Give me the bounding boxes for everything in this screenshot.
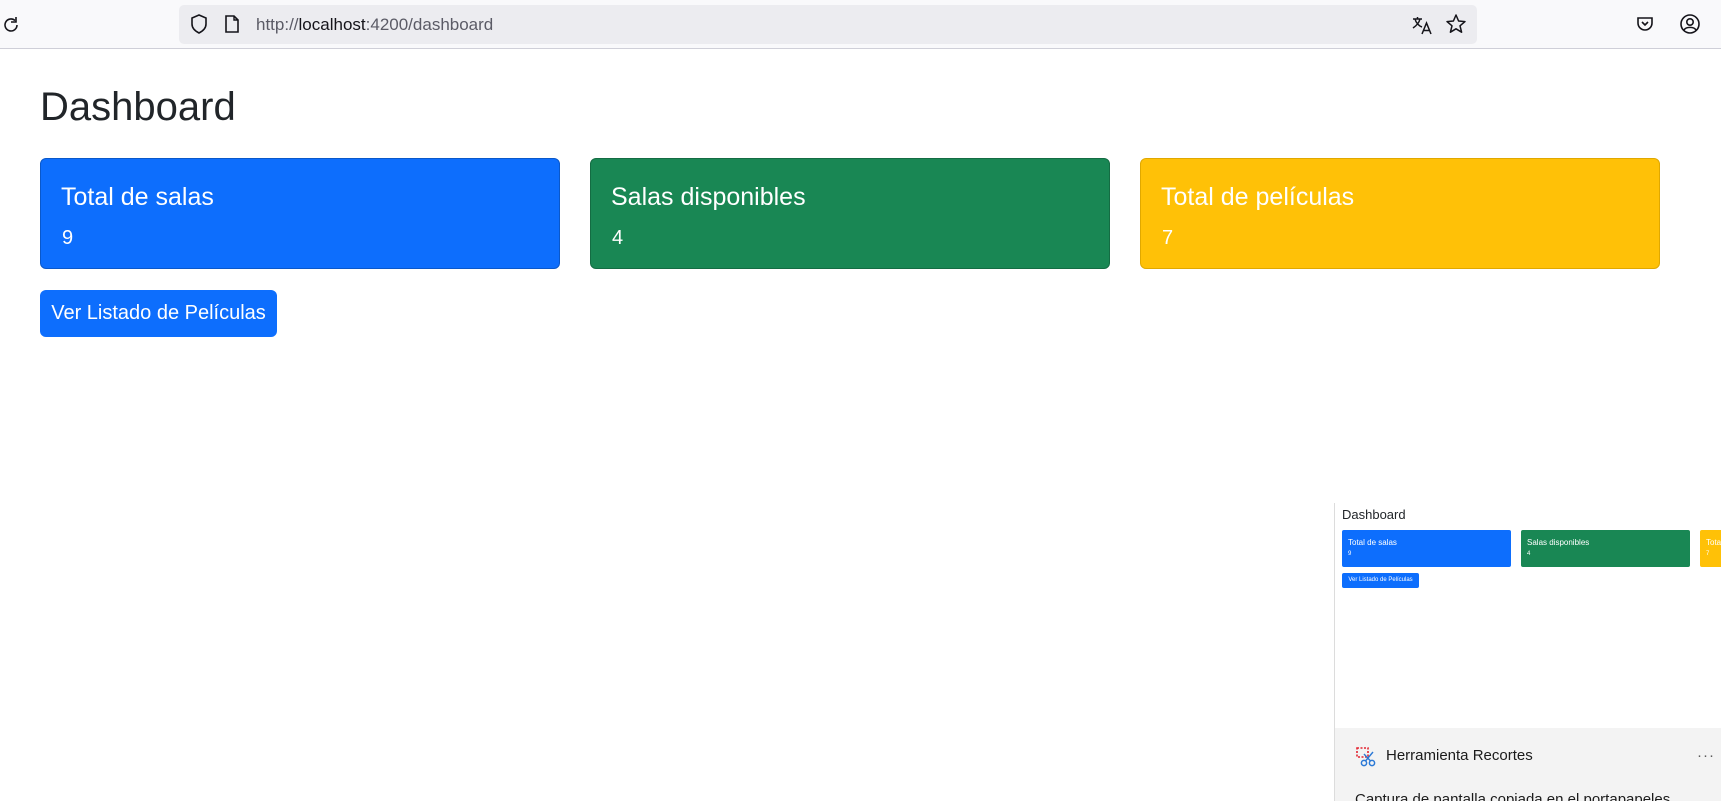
card-title: Total de películas (1161, 183, 1355, 211)
thumbnail-card-value: 9 (1348, 551, 1352, 557)
thumbnail-title: Dashboard (1342, 507, 1406, 522)
card-title: Salas disponibles (611, 183, 806, 211)
thumbnail-card-title: Total de salas (1348, 538, 1397, 547)
thumbnail-card: Total de salas 9 (1342, 530, 1511, 567)
thumbnail-card-value: 7 (1706, 551, 1710, 557)
card-value: 9 (62, 227, 74, 249)
card-value: 7 (1162, 227, 1174, 249)
reload-icon[interactable] (0, 14, 22, 36)
thumbnail-card: Tota 7 (1700, 530, 1721, 567)
more-options-icon[interactable]: ··· (1697, 747, 1715, 764)
url-bar[interactable]: http://localhost:4200/dashboard (179, 5, 1477, 44)
card-title: Total de salas (61, 183, 214, 211)
ver-listado-peliculas-button[interactable]: Ver Listado de Películas (40, 290, 277, 337)
card-total-peliculas: Total de películas 7 (1140, 158, 1660, 269)
page-title: Dashboard (40, 85, 236, 129)
translate-icon[interactable] (1411, 14, 1433, 36)
shield-icon[interactable] (189, 14, 209, 34)
thumbnail-card-title: Salas disponibles (1527, 538, 1590, 547)
screenshot-thumbnail[interactable]: Dashboard Total de salas 9 Salas disponi… (1335, 503, 1721, 728)
notification-body: Captura de pantalla copiada en el portap… (1355, 791, 1671, 801)
snipping-tool-icon (1356, 747, 1378, 767)
url-path: :4200/dashboard (365, 15, 494, 34)
card-value: 4 (612, 227, 624, 249)
card-salas-disponibles: Salas disponibles 4 (590, 158, 1110, 269)
snipping-tool-notification[interactable]: Dashboard Total de salas 9 Salas disponi… (1334, 503, 1721, 801)
thumbnail-card-title: Tota (1706, 538, 1721, 547)
pocket-icon[interactable] (1634, 13, 1656, 35)
thumbnail-button: Ver Listado de Películas (1342, 573, 1419, 588)
url-host: localhost (298, 15, 366, 34)
page-icon[interactable] (223, 14, 241, 34)
browser-toolbar: http://localhost:4200/dashboard (0, 0, 1721, 49)
url-prefix: http:// (256, 15, 299, 34)
star-icon[interactable] (1445, 13, 1467, 35)
notification-app-name: Herramienta Recortes (1386, 747, 1533, 764)
url-text[interactable]: http://localhost:4200/dashboard (256, 5, 493, 44)
account-icon[interactable] (1679, 13, 1701, 35)
thumbnail-card: Salas disponibles 4 (1521, 530, 1690, 567)
thumbnail-card-value: 4 (1527, 551, 1531, 557)
card-total-salas: Total de salas 9 (40, 158, 560, 269)
